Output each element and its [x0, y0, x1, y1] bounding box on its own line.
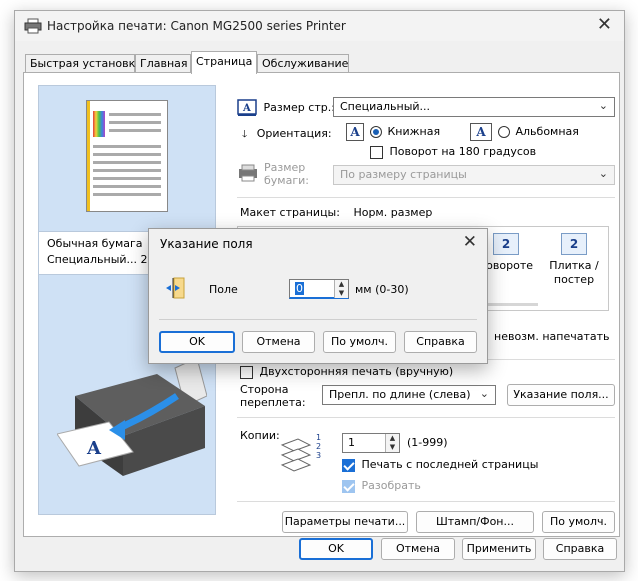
collate-checkbox[interactable] — [342, 479, 355, 493]
reverse-order-option[interactable]: Печать с последней страницы — [342, 458, 538, 472]
landscape-radio[interactable] — [498, 126, 510, 138]
spin-up-icon[interactable]: ▲ — [385, 434, 399, 443]
divider — [159, 319, 477, 320]
stamp-background-button[interactable]: Штамп/Фон... — [416, 511, 534, 533]
page-layout-value: Норм. размер — [353, 206, 433, 219]
landscape-orientation-icon: A — [470, 123, 492, 141]
tab-maintenance[interactable]: Обслуживание — [257, 54, 349, 73]
close-icon[interactable]: ✕ — [597, 15, 612, 35]
reverse-order-checkbox[interactable] — [342, 458, 355, 472]
page-layout-row: Макет страницы: Норм. размер — [240, 206, 432, 219]
copies-range: (1-999) — [407, 436, 448, 449]
spin-down-icon[interactable]: ▼ — [334, 289, 348, 298]
spin-down-icon[interactable]: ▼ — [385, 443, 399, 452]
close-icon[interactable]: ✕ — [463, 232, 477, 252]
collate-order-glyph: 1 2 3 — [316, 433, 322, 460]
chevron-down-icon: ⌄ — [598, 167, 608, 180]
paper-size-label: Размер бумаги: — [264, 161, 309, 187]
tab-page-setup[interactable]: Страница — [191, 51, 257, 74]
title-bar: Настройка печати: Canon MG2500 series Pr… — [15, 11, 624, 41]
margin-spinner[interactable]: 0 ▲ ▼ — [289, 279, 349, 299]
copies-stack-icon — [280, 438, 312, 472]
print-options-button[interactable]: Параметры печати... — [282, 511, 408, 533]
binding-side-select[interactable]: Препл. по длине (слева) ⌄ — [322, 385, 496, 405]
margin-ok-button[interactable]: OK — [159, 331, 235, 353]
portrait-option[interactable]: Книжная — [370, 125, 440, 138]
window-title: Настройка печати: Canon MG2500 series Pr… — [47, 19, 346, 33]
layout-item-tile-poster[interactable]: 2 Плитка / постер — [544, 233, 604, 287]
paper-size-printer-icon — [239, 164, 257, 182]
orientation-label: Ориентация: — [256, 127, 332, 140]
margin-cancel-button[interactable]: Отмена — [242, 331, 315, 353]
svg-text:A: A — [242, 103, 251, 114]
chevron-down-icon: ⌄ — [598, 99, 608, 112]
copies-spinner[interactable]: 1 ▲ ▼ — [342, 433, 400, 453]
page-size-select[interactable]: Специальный... ⌄ — [333, 97, 615, 117]
printer-icon — [24, 18, 42, 34]
tab-main[interactable]: Главная — [135, 54, 191, 73]
tab-quick-setup[interactable]: Быстрая установка — [25, 54, 142, 73]
portrait-orientation-icon: A — [346, 123, 364, 141]
apply-button[interactable]: Применить — [462, 538, 536, 560]
binding-side-label: Сторона переплета: — [240, 383, 306, 409]
orientation-row: 🡓 Ориентация: — [242, 127, 332, 144]
paper-size-select[interactable]: По размеру страницы ⌄ — [333, 165, 615, 185]
margin-field-label: Поле — [209, 283, 238, 296]
spin-up-icon[interactable]: ▲ — [334, 280, 348, 289]
printer-illustration: A — [57, 357, 207, 476]
divider — [237, 197, 615, 198]
page-size-row: A Размер стр.: — [237, 99, 335, 117]
rotate-180-checkbox[interactable] — [370, 145, 383, 159]
portrait-radio[interactable] — [370, 126, 382, 138]
margin-dialog: Указание поля ✕ Поле 0 ▲ ▼ мм (0-30) OK … — [148, 228, 488, 364]
svg-text:A: A — [86, 438, 102, 459]
ok-button[interactable]: OK — [299, 538, 373, 560]
landscape-option[interactable]: Альбомная — [498, 125, 579, 138]
page-size-label: Размер стр.: — [263, 101, 335, 114]
defaults-button[interactable]: По умолч. — [542, 511, 615, 533]
borderless-label: невозм. напечатать — [494, 330, 610, 343]
copies-label: Копии: — [240, 429, 280, 442]
chevron-down-icon: ⌄ — [479, 387, 489, 400]
margin-help-button[interactable]: Справка — [404, 331, 477, 353]
cancel-button[interactable]: Отмена — [381, 538, 455, 560]
orientation-arrow-icon: 🡓 — [242, 129, 248, 140]
margin-dialog-title: Указание поля — [160, 237, 253, 251]
page-layout-label: Макет страницы: — [240, 206, 340, 219]
rotate-180-option[interactable]: Поворот на 180 градусов — [370, 145, 536, 159]
page-size-icon: A — [237, 99, 257, 116]
margin-icon — [166, 277, 185, 299]
duplex-checkbox[interactable] — [240, 365, 253, 379]
collate-option[interactable]: Разобрать — [342, 479, 421, 493]
specify-margin-button[interactable]: Указание поля... — [507, 384, 615, 406]
margin-defaults-button[interactable]: По умолч. — [323, 331, 396, 353]
divider — [237, 417, 615, 418]
divider — [237, 501, 615, 502]
duplex-option[interactable]: Двухсторонняя печать (вручную) — [240, 365, 453, 379]
help-button[interactable]: Справка — [543, 538, 617, 560]
paper-preview — [86, 100, 168, 212]
margin-unit: мм (0-30) — [355, 283, 409, 296]
